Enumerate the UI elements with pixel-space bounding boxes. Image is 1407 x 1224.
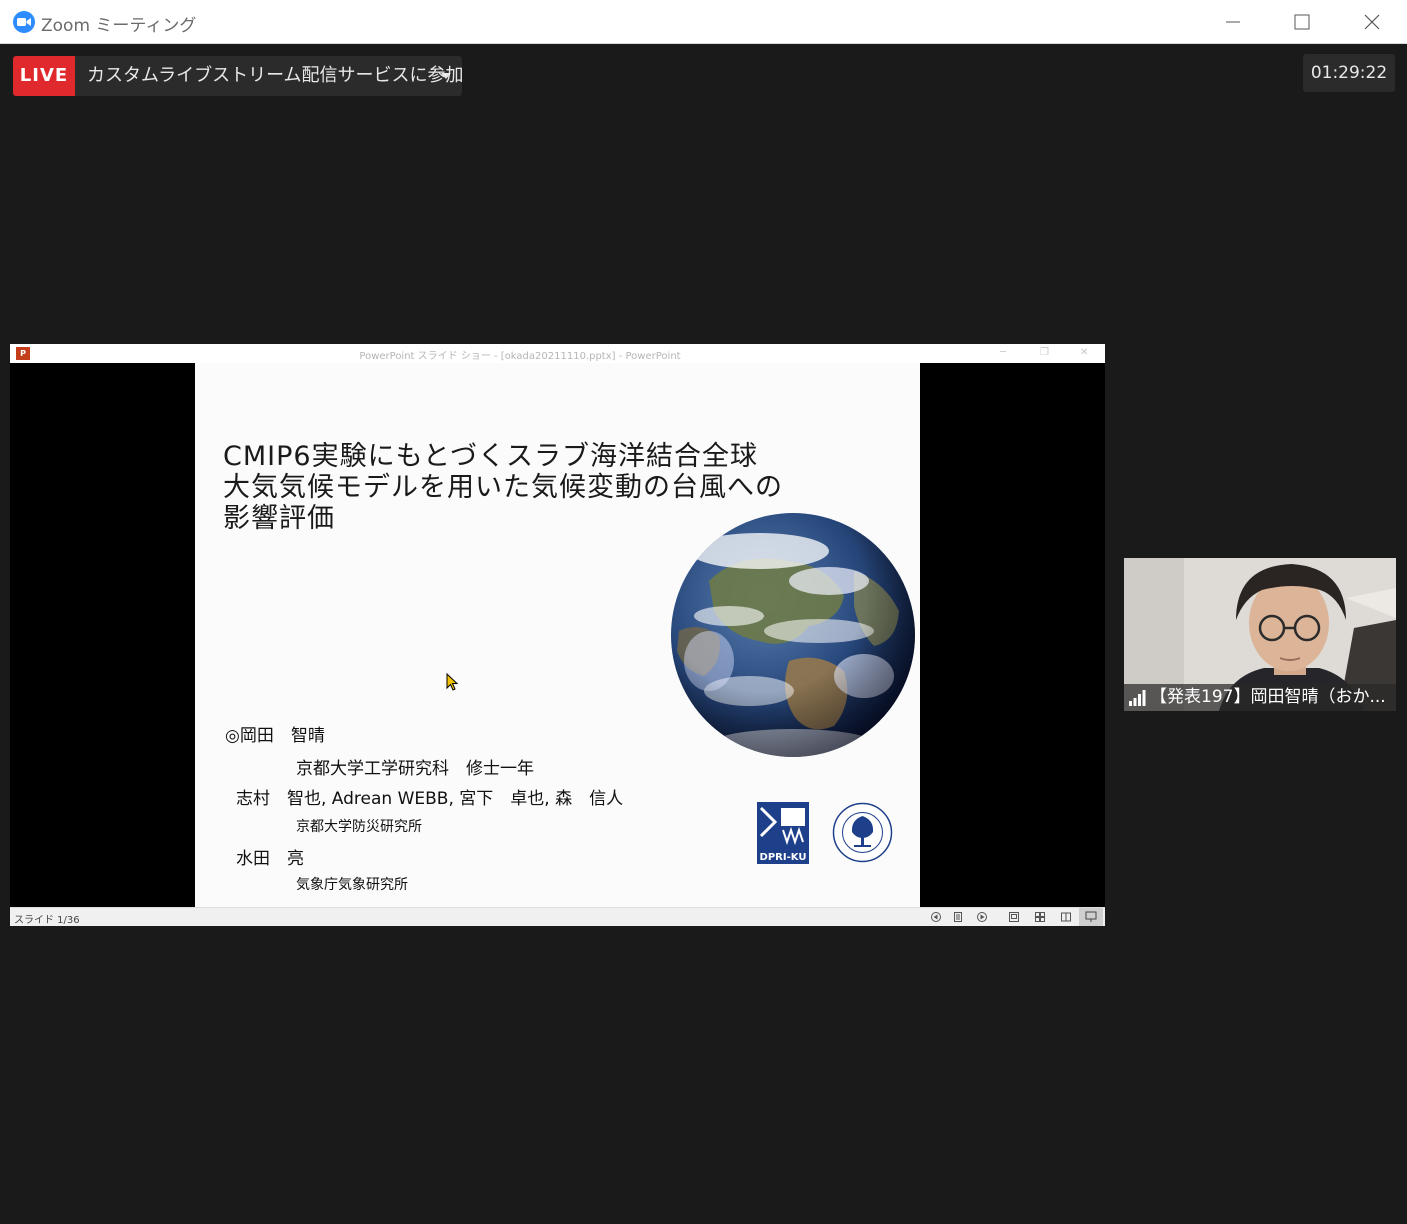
minimize-button[interactable] <box>1198 0 1268 44</box>
meeting-timer: 01:29:22 <box>1303 54 1395 92</box>
livestream-banner[interactable]: LIVE カスタムライブストリーム配信サービスに参加中 <box>13 56 462 96</box>
participant-video-tile[interactable]: 【発表197】岡田智晴（おか... <box>1124 558 1396 711</box>
slideshow-icon <box>1085 911 1097 922</box>
livestream-status: カスタムライブストリーム配信サービスに参加中 <box>87 65 462 86</box>
slide-counter: スライド 1/36 <box>14 915 80 926</box>
coauthors: 志村 智也, Adrean WEBB, 宮下 卓也, 森 信人 <box>236 789 624 809</box>
live-badge: LIVE <box>13 56 75 96</box>
participant-name-bar: 【発表197】岡田智晴（おか... <box>1124 684 1396 711</box>
kyoto-university-seal <box>832 802 893 863</box>
slide-sorter-icon[interactable] <box>1034 911 1046 923</box>
reading-view-icon[interactable] <box>1060 911 1072 923</box>
minimize-icon <box>1226 21 1240 23</box>
previous-slide-icon[interactable] <box>930 911 942 923</box>
presenter-affiliation: 京都大学工学研究科 修士一年 <box>296 759 534 779</box>
presentation-slide: CMIP6実験にもとづくスラブ海洋結合全球 大気気候モデルを用いた気候変動の台風… <box>195 363 920 907</box>
coauthor-mizuta-affiliation: 気象庁気象研究所 <box>296 877 408 893</box>
earth-globe-image <box>671 513 915 757</box>
window-title: Zoom ミーティング <box>41 16 197 36</box>
close-icon <box>1364 14 1380 30</box>
powerpoint-title-bar: P PowerPoint スライド ショー - [okada20211110.p… <box>10 344 1105 363</box>
presenter-name: ◎岡田 智晴 <box>225 726 325 746</box>
ppt-close-icon: ✕ <box>1080 347 1089 358</box>
slideshow-view-button[interactable] <box>1079 908 1103 926</box>
coauthor-mizuta: 水田 亮 <box>236 849 304 869</box>
connection-signal-icon <box>1129 690 1146 706</box>
normal-view-icon[interactable] <box>1008 911 1020 923</box>
slide-title-line-1: CMIP6実験にもとづくスラブ海洋結合全球 <box>223 441 758 472</box>
ppt-minimize-icon: ─ <box>1000 347 1007 358</box>
slide-menu-icon[interactable] <box>952 911 964 923</box>
zoom-title-bar: Zoom ミーティング <box>0 0 1407 44</box>
chevron-down-icon[interactable] <box>441 72 451 80</box>
coauthors-affiliation: 京都大学防災研究所 <box>296 819 422 835</box>
next-slide-icon[interactable] <box>976 911 988 923</box>
ppt-restore-icon: ❐ <box>1040 347 1049 358</box>
zoom-camera-icon <box>13 11 35 33</box>
powerpoint-window-title: PowerPoint スライド ショー - [okada20211110.ppt… <box>359 351 681 362</box>
dpri-logo: DPRI-KU <box>757 802 809 864</box>
shared-screen: P PowerPoint スライド ショー - [okada20211110.p… <box>10 344 1105 926</box>
maximize-icon <box>1294 14 1310 30</box>
mouse-pointer-icon <box>446 673 458 691</box>
slide-title-line-2: 大気気候モデルを用いた気候変動の台風への <box>223 472 783 503</box>
dpri-logo-text: DPRI-KU <box>760 852 807 863</box>
powerpoint-status-bar: スライド 1/36 <box>10 907 1105 926</box>
participant-name: 【発表197】岡田智晴（おか... <box>1150 687 1386 707</box>
maximize-button[interactable] <box>1267 0 1337 44</box>
close-button[interactable] <box>1337 0 1407 44</box>
